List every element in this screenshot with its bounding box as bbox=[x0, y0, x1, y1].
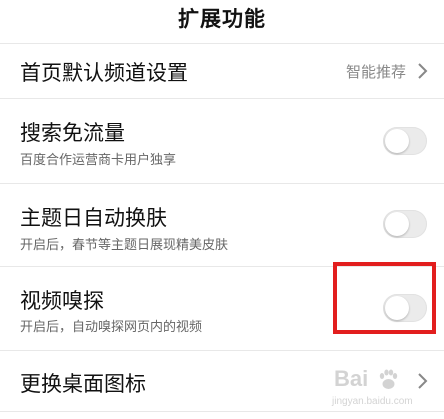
setting-title: 搜索免流量 bbox=[20, 121, 125, 145]
toggle-knob bbox=[385, 129, 409, 153]
baidu-paw-icon bbox=[379, 369, 398, 389]
page-title: 扩展功能 bbox=[178, 7, 266, 31]
setting-subtitle: 开启后，春节等主题日展现精美皮肤 bbox=[20, 238, 229, 253]
highlight-box bbox=[333, 262, 436, 334]
setting-title: 首页默认频道设置 bbox=[20, 61, 188, 85]
toggle-knob bbox=[385, 212, 409, 236]
setting-row-search-data-free: 搜索免流量 百度合作运营商卡用户独享 bbox=[0, 99, 444, 183]
setting-title: 更换桌面图标 bbox=[20, 372, 146, 396]
toggle-search-data-free[interactable] bbox=[383, 127, 427, 155]
setting-row-default-channel[interactable]: 首页默认频道设置 智能推荐 bbox=[0, 44, 444, 98]
watermark-sub-text: jingyan.baidu.com bbox=[332, 396, 413, 407]
setting-subtitle: 开启后，自动嗅探网页内的视频 bbox=[20, 320, 203, 335]
watermark: Bai jingyan.baidu.com bbox=[332, 364, 440, 414]
setting-title: 主题日自动换肤 bbox=[20, 206, 167, 230]
setting-value: 智能推荐 bbox=[345, 63, 406, 81]
setting-title: 视频嗅探 bbox=[20, 289, 104, 313]
page-header: 扩展功能 bbox=[0, 0, 444, 36]
watermark-logo-text: Bai bbox=[334, 366, 369, 391]
setting-row-theme-skin: 主题日自动换肤 开启后，春节等主题日展现精美皮肤 bbox=[0, 184, 444, 266]
toggle-theme-skin[interactable] bbox=[383, 210, 427, 238]
chevron-right-icon bbox=[418, 63, 428, 79]
setting-subtitle: 百度合作运营商卡用户独享 bbox=[20, 153, 177, 168]
